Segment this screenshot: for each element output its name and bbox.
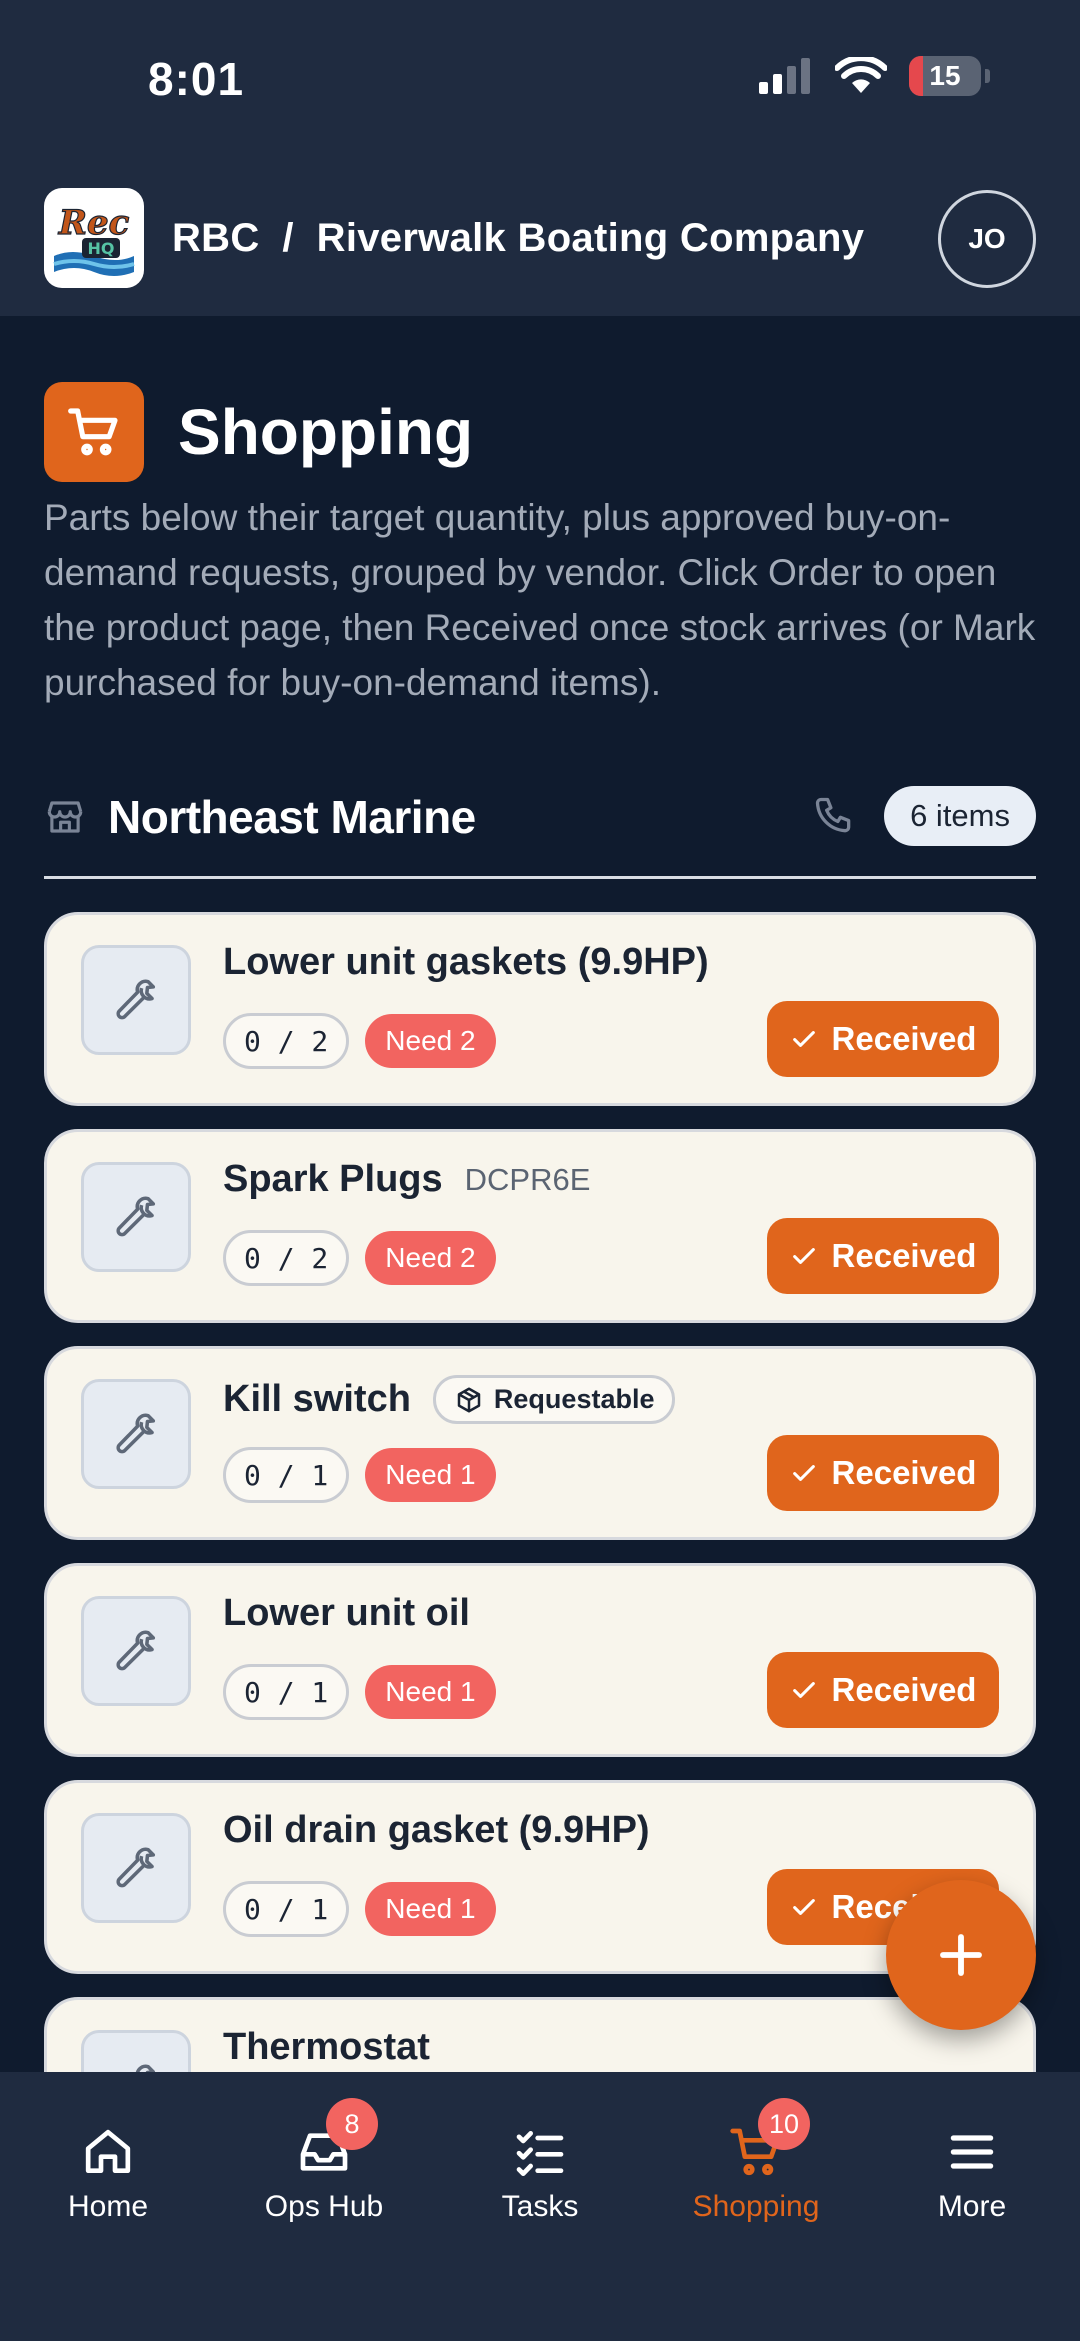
vendor-divider	[44, 876, 1036, 879]
received-label: Received	[831, 1454, 977, 1491]
shopping-badge: 10	[758, 2098, 810, 2150]
plus-icon	[940, 1934, 982, 1976]
nav-label: More	[937, 2190, 1007, 2223]
ops-hub-badge: 8	[326, 2098, 378, 2150]
item-name: Lower unit oil	[223, 1592, 470, 1634]
wrench-icon	[116, 1847, 156, 1888]
add-fab-button[interactable]	[886, 1880, 1036, 2030]
check-icon	[792, 1248, 815, 1264]
received-button[interactable]: Received	[767, 1435, 999, 1511]
received-button[interactable]: Received	[767, 1218, 999, 1294]
user-avatar[interactable]: JO	[938, 190, 1036, 288]
vendor-header: Northeast Marine 6 items	[44, 784, 1036, 850]
nav-ops-hub[interactable]: 8 Ops Hub	[216, 2098, 432, 2224]
nav-more[interactable]: More	[864, 2120, 1080, 2224]
item-sku: DCPR6E	[464, 1161, 591, 1197]
nav-tasks[interactable]: Tasks	[432, 2120, 648, 2224]
received-label: Received	[831, 1671, 977, 1708]
check-icon	[792, 1682, 815, 1698]
org-header: Rec HQ RBC / Riverwalk Boating Company J…	[44, 188, 1036, 288]
vendor-name: Northeast Marine	[108, 791, 476, 843]
rechq-logo-mark: Rec HQ	[53, 202, 135, 276]
item-name: Lower unit gaskets (9.9HP)	[223, 941, 709, 983]
store-icon	[47, 801, 83, 833]
part-thumbnail	[81, 1813, 191, 1923]
page-title: Shopping	[178, 396, 474, 468]
need-badge: Need 1	[365, 1448, 496, 1502]
menu-icon	[950, 2135, 994, 2169]
requestable-label: Requestable	[493, 1384, 655, 1414]
vendor-item-count: 6 items	[884, 786, 1036, 846]
check-icon	[792, 1899, 815, 1915]
checklist-icon	[516, 2131, 564, 2177]
item-name: Thermostat	[223, 2026, 430, 2068]
nav-home[interactable]: Home	[0, 2120, 216, 2224]
item-name: Spark Plugs	[223, 1158, 443, 1200]
top-bar: 8:01 15 Rec HQ RBC / Riverwalk Boating C…	[0, 0, 1080, 316]
rechq-logo[interactable]: Rec HQ	[44, 188, 144, 288]
nav-label: Tasks	[501, 2190, 579, 2223]
shopping-item-card[interactable]: Spark Plugs DCPR6E 0 / 2 Need 2 Received	[44, 1129, 1036, 1323]
wrench-icon	[116, 1413, 156, 1454]
item-name: Oil drain gasket (9.9HP)	[223, 1809, 650, 1851]
need-badge: Need 2	[365, 1231, 496, 1285]
shopping-item-card[interactable]: Lower unit gaskets (9.9HP) 0 / 2 Need 2 …	[44, 912, 1036, 1106]
cellular-signal-icon	[759, 58, 810, 94]
received-button[interactable]: Received	[767, 1001, 999, 1077]
nav-label: Home	[67, 2190, 149, 2223]
item-name: Kill switch	[223, 1378, 411, 1420]
wrench-icon	[116, 1630, 156, 1671]
svg-text:Rec: Rec	[58, 203, 130, 243]
check-icon	[792, 1031, 815, 1047]
requestable-badge: Requestable	[432, 1375, 676, 1424]
received-button[interactable]: Received	[767, 1652, 999, 1728]
wrench-icon	[116, 1196, 156, 1237]
bottom-nav: Home 8 Ops Hub Tasks 10 Shopping More	[0, 2072, 1080, 2341]
nav-label: Ops Hub	[264, 2190, 384, 2223]
need-badge: Need 1	[365, 1882, 496, 1936]
need-badge: Need 1	[365, 1665, 496, 1719]
quantity-indicator: 0 / 2	[223, 1230, 350, 1286]
received-label: Received	[831, 1020, 977, 1057]
nav-shopping[interactable]: 10 Shopping	[648, 2098, 864, 2224]
shopping-cart-icon	[44, 382, 144, 482]
quantity-indicator: 0 / 1	[223, 1881, 350, 1937]
check-icon	[792, 1465, 815, 1481]
page-heading: Shopping	[44, 382, 473, 482]
received-label: Received	[831, 1237, 977, 1274]
page-description: Parts below their target quantity, plus …	[44, 497, 1036, 703]
part-thumbnail	[81, 1162, 191, 1272]
nav-label: Shopping	[692, 2190, 820, 2223]
svg-text:HQ: HQ	[88, 239, 115, 258]
need-badge: Need 2	[365, 1014, 496, 1068]
part-thumbnail	[81, 945, 191, 1055]
shopping-item-card[interactable]: Lower unit oil 0 / 1 Need 1 Received	[44, 1563, 1036, 1757]
status-icons: 15	[759, 56, 990, 96]
part-thumbnail	[81, 1596, 191, 1706]
shopping-item-card[interactable]: Kill switch Requestable 0 / 1 Need 1 Rec…	[44, 1346, 1036, 1540]
org-breadcrumb[interactable]: RBC / Riverwalk Boating Company	[172, 216, 864, 261]
quantity-indicator: 0 / 2	[223, 1013, 350, 1069]
quantity-indicator: 0 / 1	[223, 1447, 350, 1503]
status-time: 8:01	[148, 53, 245, 105]
wifi-icon	[835, 57, 887, 93]
battery-level: 15	[929, 60, 961, 91]
quantity-indicator: 0 / 1	[223, 1664, 350, 1720]
wrench-icon	[116, 979, 156, 1020]
package-icon	[457, 1387, 481, 1412]
home-icon	[85, 2129, 131, 2173]
phone-icon[interactable]	[812, 794, 856, 838]
part-thumbnail	[81, 1379, 191, 1489]
battery-icon: 15	[909, 56, 981, 96]
